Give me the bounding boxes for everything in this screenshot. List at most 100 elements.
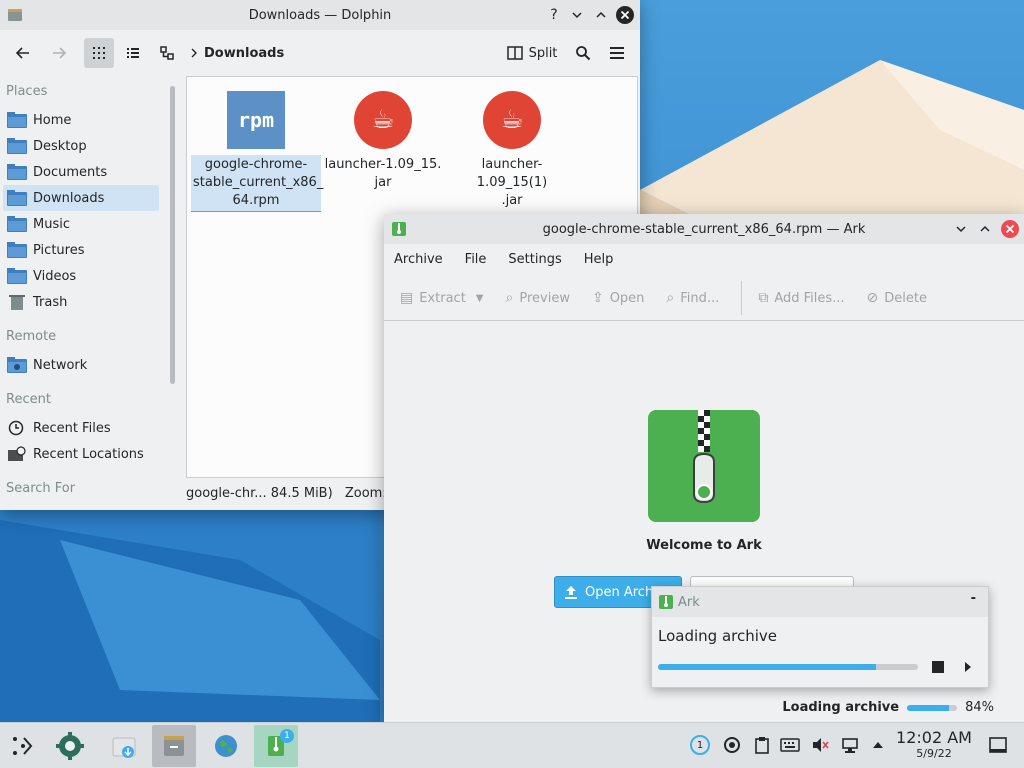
split-label: Split bbox=[528, 45, 558, 61]
network-tray-icon[interactable] bbox=[840, 735, 860, 755]
menu-archive[interactable]: Archive bbox=[394, 252, 443, 267]
search-button[interactable] bbox=[568, 38, 598, 68]
delete-button[interactable]: ⊘ Delete bbox=[867, 290, 927, 306]
preview-button[interactable]: ⌕ Preview bbox=[506, 290, 570, 306]
java-icon: ☕ bbox=[483, 91, 541, 149]
back-button[interactable] bbox=[8, 38, 38, 68]
tray-expand-arrow-icon[interactable] bbox=[868, 735, 888, 755]
close-icon[interactable] bbox=[999, 218, 1021, 240]
open-label: Open bbox=[609, 290, 645, 306]
notification-minimize-button[interactable]: - bbox=[971, 591, 976, 606]
dolphin-task[interactable] bbox=[152, 725, 196, 767]
globe-icon bbox=[215, 735, 237, 757]
extract-icon: ▤ bbox=[400, 290, 414, 306]
notification-header: Ark - bbox=[652, 587, 988, 617]
places-item-label: Music bbox=[33, 216, 70, 232]
places-item-network[interactable]: Network bbox=[3, 352, 159, 378]
kde-connect-tray-icon[interactable] bbox=[722, 735, 742, 755]
ark-statusbar: Loading archive 84% bbox=[782, 700, 994, 715]
minimize-icon[interactable] bbox=[566, 4, 588, 26]
keyboard-tray-icon[interactable] bbox=[780, 735, 800, 755]
extract-button[interactable]: ▤ Extract ▼ bbox=[400, 290, 484, 306]
add-files-button[interactable]: ⧉ Add Files... bbox=[758, 290, 844, 306]
places-item-downloads[interactable]: Downloads bbox=[3, 185, 159, 211]
icons-view-button[interactable] bbox=[84, 38, 114, 68]
home-folder-icon bbox=[7, 112, 27, 128]
file-name: launcher-1.09_15(1) .jar bbox=[476, 157, 548, 208]
open-button[interactable]: ⇪ Open bbox=[592, 290, 644, 306]
trash-icon bbox=[7, 294, 27, 310]
ark-app-icon[interactable] bbox=[388, 218, 410, 240]
ark-zipper-icon bbox=[648, 410, 760, 522]
download-icon bbox=[112, 737, 136, 758]
details-view-button[interactable] bbox=[118, 38, 148, 68]
stop-icon[interactable] bbox=[932, 661, 944, 673]
file-item-jar-copy[interactable]: ☕ launcher-1.09_15(1) .jar bbox=[447, 91, 577, 211]
dolphin-titlebar[interactable]: Downloads — Dolphin ? bbox=[0, 0, 640, 30]
places-item-label: Downloads bbox=[33, 190, 105, 206]
browser-task[interactable] bbox=[204, 725, 248, 767]
clock-icon bbox=[7, 420, 27, 436]
menu-help[interactable]: Help bbox=[584, 252, 614, 267]
notification-progress-bar bbox=[658, 664, 918, 670]
places-item-documents[interactable]: Documents bbox=[3, 159, 159, 185]
ark-menubar: Archive File Settings Help bbox=[384, 244, 1024, 274]
tree-view-button[interactable] bbox=[152, 38, 182, 68]
downloads-folder-task[interactable] bbox=[102, 725, 146, 767]
file-item-rpm[interactable]: rpm google-chrome- stable_current_x86_ 6… bbox=[191, 91, 323, 212]
places-item-recent-locations[interactable]: Recent Locations bbox=[3, 441, 159, 467]
toolbar-separator bbox=[741, 281, 743, 315]
minimize-icon[interactable] bbox=[950, 218, 972, 240]
music-folder-icon bbox=[7, 216, 27, 232]
places-item-pictures[interactable]: Pictures bbox=[3, 237, 159, 263]
menu-settings[interactable]: Settings bbox=[508, 252, 561, 267]
places-item-recent-files[interactable]: Recent Files bbox=[3, 415, 159, 441]
close-icon[interactable] bbox=[614, 4, 636, 26]
breadcrumb-chevron-icon bbox=[186, 38, 202, 68]
clock-date: 5/9/22 bbox=[916, 747, 952, 760]
desktop-folder-icon bbox=[7, 138, 27, 154]
notifications-tray-icon[interactable]: 1 bbox=[690, 735, 710, 755]
network-folder-icon bbox=[7, 357, 27, 373]
places-item-home[interactable]: Home bbox=[3, 107, 159, 133]
ark-titlebar[interactable]: google-chrome-stable_current_x86_64.rpm … bbox=[384, 214, 1024, 244]
file-manager-icon bbox=[164, 736, 184, 756]
clipboard-tray-icon[interactable] bbox=[752, 735, 772, 755]
launcher-icon bbox=[13, 737, 33, 755]
status-loading-label: Loading archive bbox=[782, 700, 900, 715]
places-item-trash[interactable]: Trash bbox=[3, 289, 159, 315]
expand-icon[interactable] bbox=[964, 661, 972, 677]
maximize-icon[interactable] bbox=[590, 4, 612, 26]
places-item-label: Recent Files bbox=[33, 420, 111, 436]
places-panel: Places Home Desktop Documents Downloads … bbox=[0, 76, 164, 508]
digital-clock[interactable]: 12:02 AM 5/9/22 bbox=[892, 729, 976, 761]
delete-icon: ⊘ bbox=[866, 290, 879, 306]
places-item-label: Desktop bbox=[33, 138, 87, 154]
show-desktop-icon[interactable] bbox=[988, 735, 1008, 755]
add-files-icon: ⧉ bbox=[758, 290, 769, 306]
forward-button[interactable] bbox=[44, 38, 74, 68]
chevron-down-icon[interactable]: ▼ bbox=[476, 293, 484, 304]
documents-folder-icon bbox=[7, 164, 27, 180]
hamburger-menu-button[interactable] bbox=[602, 38, 632, 68]
maximize-icon[interactable] bbox=[974, 218, 996, 240]
places-scrollbar[interactable] bbox=[170, 86, 175, 384]
volume-muted-tray-icon[interactable] bbox=[810, 735, 830, 755]
places-item-music[interactable]: Music bbox=[3, 211, 159, 237]
places-item-videos[interactable]: Videos bbox=[3, 263, 159, 289]
split-button[interactable]: Split bbox=[504, 38, 560, 68]
find-button[interactable]: ⌕ Find... bbox=[666, 290, 719, 306]
ark-task[interactable]: 1 bbox=[254, 725, 298, 767]
file-name: google-chrome- stable_current_x86_ 64.rp… bbox=[191, 155, 323, 212]
find-icon: ⌕ bbox=[666, 290, 675, 306]
application-launcher-button[interactable] bbox=[0, 725, 44, 767]
status-progress-bar bbox=[907, 704, 958, 711]
dolphin-app-icon[interactable] bbox=[4, 4, 26, 26]
help-icon[interactable]: ? bbox=[543, 4, 565, 26]
places-item-desktop[interactable]: Desktop bbox=[3, 133, 159, 159]
discover-task[interactable] bbox=[48, 725, 92, 767]
breadcrumb-downloads[interactable]: Downloads bbox=[204, 38, 284, 68]
menu-file[interactable]: File bbox=[465, 252, 487, 267]
file-item-jar[interactable]: ☕ launcher-1.09_15. jar bbox=[318, 91, 448, 193]
find-label: Find... bbox=[680, 290, 720, 306]
